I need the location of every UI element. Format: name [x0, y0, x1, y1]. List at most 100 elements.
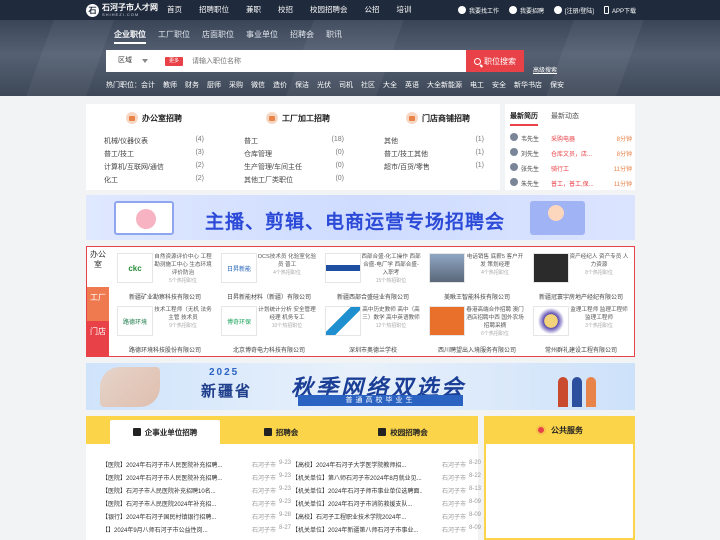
banner-title: 主播、剪辑、电商运营专场招聘会	[205, 212, 506, 233]
search-input[interactable]	[192, 53, 432, 69]
hot-keyword[interactable]: 司机	[339, 80, 353, 90]
ecommerce-job-fair-banner[interactable]: 主播、剪辑、电商运营专场招聘会	[86, 195, 635, 240]
area-select[interactable]: 区域	[118, 50, 132, 72]
company-card[interactable]: logo 高中历史教师 高中（高三）数学 高中英语教师12个热招职位 深圳市奥德…	[321, 302, 425, 356]
company-card[interactable]: 日昇新能 DCS技术员 化验室化验员 普工 4个热招职位 日昇新能材料（新疆）有限…	[217, 249, 321, 303]
tab-public-institution[interactable]: 事业单位	[246, 29, 278, 44]
company-name: 新疆矿业勘察科技有限公司	[128, 295, 201, 301]
resume-row[interactable]: 刘先生 仓库文员，店... 8分钟	[510, 147, 632, 159]
category-item[interactable]: 其他工厂类职位 (0)	[244, 175, 344, 185]
search-tabs: 企业职位 工厂职位 店面职位 事业单位 招聘会 职讯	[114, 29, 354, 44]
hot-keyword[interactable]: 造价	[273, 80, 287, 90]
recruit-link[interactable]: 我要招聘	[508, 6, 544, 15]
resume-row[interactable]: 张先生 骑行工 11分钟	[510, 162, 632, 174]
category-item[interactable]: 超市/百货/零售 (1)	[384, 162, 484, 172]
company-name: 新疆西部合盛硅业有限公司	[336, 295, 409, 301]
hot-keyword[interactable]: 大全新能源	[427, 80, 462, 90]
banner-year: 2025	[209, 367, 240, 378]
chevron-down-icon[interactable]	[142, 59, 148, 63]
top-right-links: 我要找工作 我要招聘 [注册/登陆] APP下载	[448, 0, 636, 20]
company-name: 常州群礼建设工程有限公司	[544, 348, 617, 354]
tab-latest-resumes[interactable]: 最新简历	[510, 111, 538, 126]
hot-keyword[interactable]: 新华书店	[514, 80, 542, 90]
tab-institution-recruit[interactable]: 企事业单位招聘	[110, 420, 220, 444]
category-item[interactable]: 化工 (2)	[104, 175, 204, 185]
side-tab-factory[interactable]: 工厂	[87, 287, 109, 321]
category-item[interactable]: 普工/技工 (3)	[104, 149, 204, 159]
company-card[interactable]: logo 监理工程师 监理工程师 监理工程师3个热招职位 常州群礼建设工程有限公…	[529, 302, 633, 356]
more-badge[interactable]: 更多	[165, 57, 183, 66]
side-tab-store[interactable]: 门店	[87, 321, 109, 356]
banner-subtitle: 普通高校毕业生	[298, 395, 463, 406]
nav-training[interactable]: 培训	[397, 0, 412, 20]
avatar-icon	[553, 6, 562, 14]
hot-keyword[interactable]: 安全	[492, 80, 506, 90]
hot-keyword[interactable]: 财务	[185, 80, 199, 90]
banner-illustration	[530, 201, 585, 235]
category-item[interactable]: 机械/仪器仪表 (4)	[104, 136, 204, 146]
category-item[interactable]: 其他 (1)	[384, 136, 484, 146]
category-item[interactable]: 普工/技工其他 (1)	[384, 149, 484, 159]
banner-illustration	[100, 367, 160, 407]
category-item[interactable]: 生产管理/车间主任 (0)	[244, 162, 344, 172]
company-logo: 路德环境	[117, 306, 153, 336]
tab-news[interactable]: 职讯	[326, 29, 342, 44]
nav-parttime[interactable]: 兼职	[246, 0, 261, 20]
company-jobs: 资产经纪人 资产专员 人力资源 8个热招职位	[569, 254, 629, 276]
hot-keyword[interactable]: 光伏	[317, 80, 331, 90]
company-card[interactable]: logo 西部合盛-化工操作 西部合盛-电厂学 西部合盛-入职考15个热招职位 …	[321, 249, 425, 303]
tab-job-fair[interactable]: 招聘会	[290, 29, 314, 44]
nav-jobs[interactable]: 招聘职位	[199, 0, 229, 20]
hot-keyword[interactable]: 热门职位：会计	[106, 80, 155, 90]
app-download-link[interactable]: APP下载	[603, 6, 636, 15]
national-emblem-icon	[536, 425, 546, 435]
company-card[interactable]: logo 春港高端合作招聘 澳门酒店招聘中西 国外农场招聘采摘6个热招职位 西川…	[425, 302, 529, 356]
category-office: 办公室招聘 机械/仪器仪表 (4) 普工/技工 (3) 计算机/互联网/通信 (2) …	[104, 104, 224, 190]
public-service-panel: 公共服务	[484, 416, 635, 540]
search-button[interactable]: 职位搜索	[466, 50, 524, 72]
hot-keyword[interactable]: 保洁	[295, 80, 309, 90]
nav-home[interactable]: 首页	[167, 0, 182, 20]
category-item[interactable]: 普工 (18)	[244, 136, 344, 146]
nav-public-recruit[interactable]: 公招	[365, 0, 380, 20]
logo-text: 石河子市人才网	[102, 3, 158, 12]
company-card[interactable]: ckc 自然资源评价中心 工程勘测施工中心 生态环境评价防治 5个热招职位 新疆矿…	[113, 249, 217, 303]
tab-factory-jobs[interactable]: 工厂职位	[158, 29, 190, 44]
hot-keyword[interactable]: 大全	[383, 80, 397, 90]
resume-row[interactable]: 韦先生 采购电器 8分钟	[510, 132, 632, 144]
advanced-search-link[interactable]: 高级搜索	[533, 65, 557, 74]
category-item[interactable]: 计算机/互联网/通信 (2)	[104, 162, 204, 172]
side-tab-office[interactable]: 办公室	[87, 247, 109, 287]
company-card[interactable]: 路德环境 技术工程师（无机 法务主管 技术员 9个热招职位 路德环境科技股份有限公…	[113, 302, 217, 356]
company-card[interactable]: photo 电话销售 底薪5 客户开发 策划经理4个热招职位 美瞅王智能科技有限…	[425, 249, 529, 303]
search-box: 区域 更多	[106, 50, 524, 72]
company-logo: logo	[533, 253, 569, 283]
autumn-job-fair-banner[interactable]: 2025 新疆省 秋季网络双选会 普通高校毕业生	[86, 363, 635, 410]
company-logo: photo	[429, 253, 465, 283]
hot-keyword[interactable]: 社区	[361, 80, 375, 90]
hot-keyword[interactable]: 英语	[405, 80, 419, 90]
find-job-link[interactable]: 我要找工作	[457, 6, 499, 15]
site-logo[interactable]: 石 石河子市人才网 SHIHEZI.COM	[86, 3, 158, 17]
store-icon	[406, 112, 418, 124]
company-card[interactable]: logo 资产经纪人 资产专员 人力资源8个热招职位 新疆冠寰宇房地产经纪有限公…	[529, 249, 633, 303]
tab-campus-fair[interactable]: 校园招聘会	[348, 420, 458, 444]
tab-job-fair[interactable]: 招聘会	[226, 420, 336, 444]
hot-keyword[interactable]: 微信	[251, 80, 265, 90]
category-item[interactable]: 仓库管理 (0)	[244, 149, 344, 159]
hot-keyword[interactable]: 教师	[163, 80, 177, 90]
tab-store-jobs[interactable]: 店面职位	[202, 29, 234, 44]
login-register-link[interactable]: [注册/登陆]	[553, 6, 594, 15]
hot-keyword[interactable]: 保安	[550, 80, 564, 90]
hot-keyword[interactable]: 厨师	[207, 80, 221, 90]
resume-row[interactable]: 朱先生 普工，普工,保... 11分钟	[510, 177, 632, 189]
nav-campus-fair[interactable]: 校园招聘会	[310, 0, 348, 20]
nav-campus[interactable]: 校招	[278, 0, 293, 20]
hot-keyword[interactable]: 采购	[229, 80, 243, 90]
company-name: 西川聘望出入境服务有限公司	[437, 348, 516, 354]
tab-latest-news[interactable]: 最新动态	[551, 111, 579, 126]
tab-company-jobs[interactable]: 企业职位	[114, 29, 146, 44]
company-jobs: 监理工程师 监理工程师 监理工程师 3个热招职位	[570, 307, 628, 329]
company-card[interactable]: 博奇环保 计划统计分析 安全管理经理 机务专工 10个热招职位 北京博奇电力科技有…	[217, 302, 321, 356]
hot-keyword[interactable]: 电工	[470, 80, 484, 90]
